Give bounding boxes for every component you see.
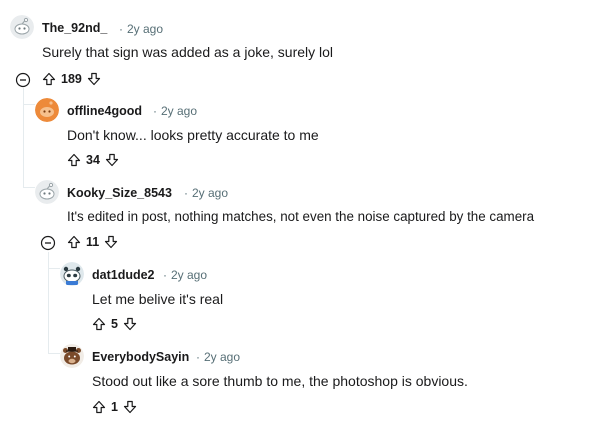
downvote-button[interactable]: [103, 234, 119, 250]
vote-row: 1: [91, 398, 138, 416]
upvote-button[interactable]: [41, 71, 57, 87]
upvote-arrow-icon: [67, 153, 81, 167]
avatar[interactable]: [60, 344, 84, 368]
comment-age: · 2y ago: [153, 104, 197, 118]
downvote-arrow-icon: [105, 153, 119, 167]
comment-age-text: 2y ago: [171, 268, 208, 282]
comment-age: · 2y ago: [119, 22, 163, 36]
vote-score: 1: [111, 400, 118, 414]
comment-age: · 2y ago: [184, 186, 228, 200]
downvote-arrow-icon: [87, 72, 100, 86]
avatar[interactable]: [10, 15, 34, 39]
bear-snoo-avatar-icon: [60, 344, 84, 368]
comment-age-text: 2y ago: [127, 22, 164, 36]
avatar[interactable]: [35, 98, 59, 122]
upvote-button[interactable]: [66, 234, 82, 250]
downvote-button[interactable]: [104, 152, 120, 168]
upvote-button[interactable]: [91, 399, 107, 415]
upvote-arrow-icon: [67, 235, 81, 249]
snoo-default-avatar-icon: [10, 15, 34, 39]
avatar[interactable]: [60, 262, 84, 286]
collapse-button[interactable]: [40, 235, 56, 251]
vote-row: 189: [41, 70, 102, 88]
downvote-arrow-icon: [123, 400, 137, 414]
downvote-button[interactable]: [122, 399, 138, 415]
vote-score: 189: [61, 72, 82, 86]
collapse-minus-icon: [15, 72, 31, 88]
comment-body: Surely that sign was added as a joke, su…: [42, 44, 334, 60]
comment-author[interactable]: EverybodySayin: [92, 350, 189, 364]
avatar[interactable]: [35, 180, 59, 204]
comment-body: It's edited in post, nothing matches, no…: [67, 209, 535, 224]
comment-body: Let me belive it's real: [92, 291, 224, 307]
comment-body: Don't know... looks pretty accurate to m…: [67, 127, 319, 143]
vote-row: 5: [91, 315, 138, 333]
comment-age-text: 2y ago: [204, 350, 241, 364]
comment-age: · 2y ago: [196, 350, 240, 364]
vote-score: 5: [111, 317, 118, 331]
meta-separator: ·: [163, 268, 167, 282]
comment-age: · 2y ago: [163, 268, 207, 282]
collapse-button[interactable]: [15, 72, 31, 88]
vote-row: 11: [66, 233, 119, 251]
comment-author[interactable]: Kooky_Size_8543: [67, 186, 172, 200]
comment-age-text: 2y ago: [192, 186, 229, 200]
orange-snoo-avatar-icon: [35, 98, 59, 122]
snoo-default-avatar-icon: [35, 180, 59, 204]
thread-line-kooky-branch-1: [48, 268, 60, 269]
upvote-arrow-icon: [92, 400, 106, 414]
comment-author[interactable]: dat1dude2: [92, 268, 155, 282]
thread-line-root: [23, 88, 24, 188]
upvote-arrow-icon: [42, 72, 56, 86]
thread-line-root-branch-1: [23, 104, 35, 105]
downvote-button[interactable]: [122, 316, 138, 332]
panda-snoo-avatar-icon: [60, 262, 84, 286]
comment-author[interactable]: The_92nd_: [42, 21, 107, 35]
collapse-minus-icon: [40, 235, 56, 251]
downvote-button[interactable]: [86, 71, 102, 87]
downvote-arrow-icon: [123, 317, 137, 331]
comment-author[interactable]: offline4good: [67, 104, 142, 118]
vote-row: 34: [66, 151, 120, 169]
meta-separator: ·: [196, 350, 200, 364]
upvote-button[interactable]: [91, 316, 107, 332]
thread-line-kooky-branch-2: [48, 353, 60, 354]
thread-line-root-branch-2: [23, 187, 35, 188]
meta-separator: ·: [184, 186, 188, 200]
downvote-arrow-icon: [105, 235, 118, 249]
meta-separator: ·: [119, 22, 123, 36]
upvote-arrow-icon: [92, 317, 106, 331]
upvote-button[interactable]: [66, 152, 82, 168]
vote-score: 34: [86, 153, 100, 167]
vote-score: 11: [86, 235, 100, 249]
meta-separator: ·: [153, 104, 157, 118]
comment-body: Stood out like a sore thumb to me, the p…: [92, 373, 468, 389]
comment-age-text: 2y ago: [161, 104, 198, 118]
